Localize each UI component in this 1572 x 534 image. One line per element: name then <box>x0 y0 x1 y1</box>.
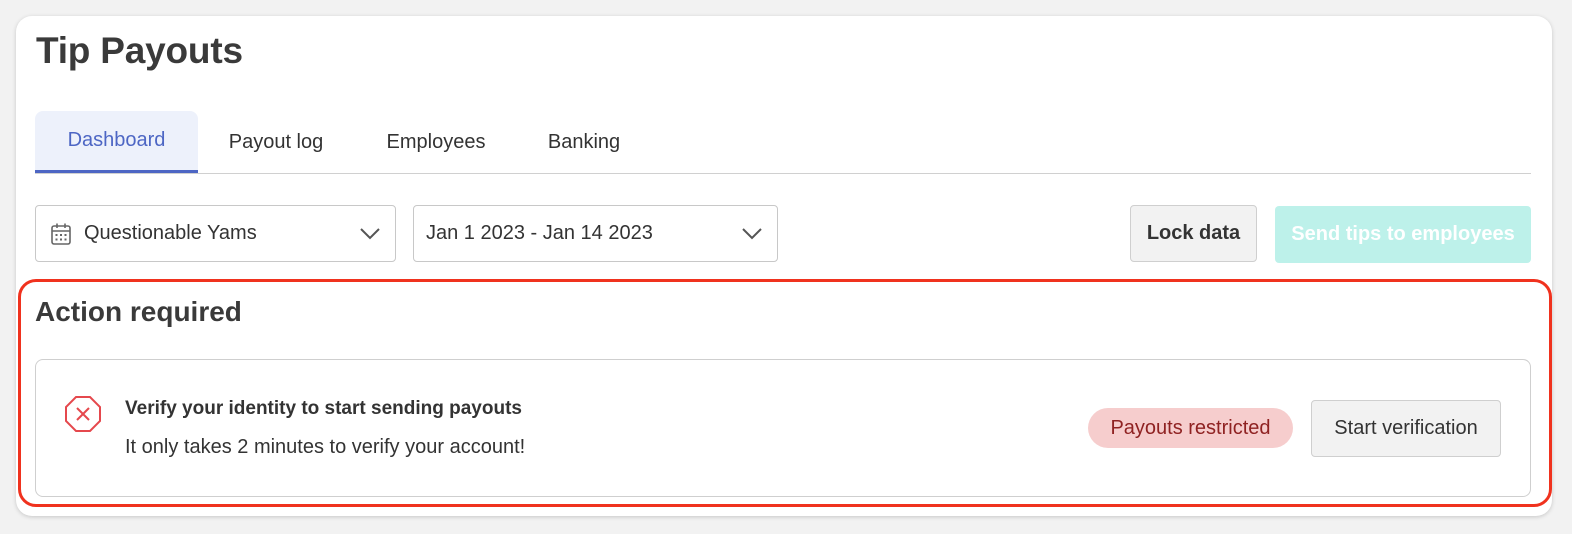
tab-banking[interactable]: Banking <box>518 111 650 173</box>
send-tips-button[interactable]: Send tips to employees <box>1275 206 1531 263</box>
tab-bar: Dashboard Payout log Employees Banking <box>35 111 1531 174</box>
page-title: Tip Payouts <box>36 30 243 71</box>
location-select-value: Questionable Yams <box>84 222 257 244</box>
action-required-heading: Action required <box>35 296 242 327</box>
tab-employees[interactable]: Employees <box>354 111 518 173</box>
lock-data-button[interactable]: Lock data <box>1130 205 1257 262</box>
verification-alert <box>35 359 1531 497</box>
tab-dashboard[interactable]: Dashboard <box>35 111 198 173</box>
chevron-down-icon <box>741 227 763 241</box>
location-select[interactable]: Questionable Yams <box>35 205 396 262</box>
error-octagon-icon <box>64 395 102 433</box>
date-range-select[interactable]: Jan 1 2023 - Jan 14 2023 <box>413 205 778 262</box>
tab-payout-log[interactable]: Payout log <box>198 111 354 173</box>
date-range-value: Jan 1 2023 - Jan 14 2023 <box>426 222 653 244</box>
alert-subtitle: It only takes 2 minutes to verify your a… <box>125 436 526 458</box>
calendar-icon <box>50 222 72 246</box>
status-badge: Payouts restricted <box>1088 408 1293 448</box>
chevron-down-icon <box>359 227 381 241</box>
start-verification-button[interactable]: Start verification <box>1311 400 1501 457</box>
alert-title: Verify your identity to start sending pa… <box>125 398 522 419</box>
